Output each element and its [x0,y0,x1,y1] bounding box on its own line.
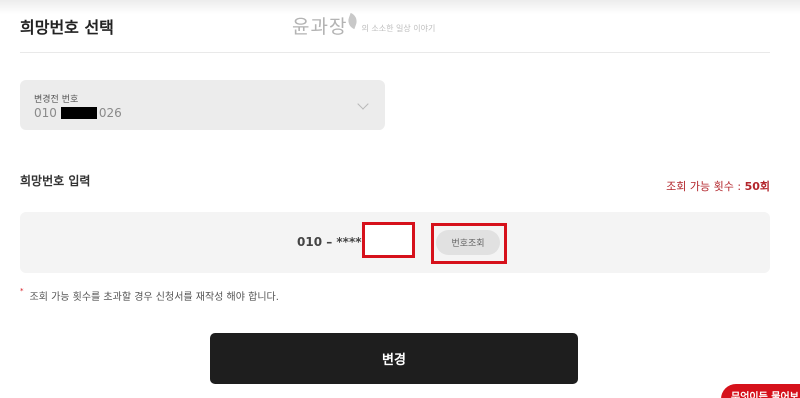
note-bullet: * [20,287,24,295]
desired-number-title: 희망번호 입력 [20,174,91,188]
change-button[interactable]: 변경 [210,333,578,384]
watermark-sub-text: 의 소소한 일상 이야기 [361,24,436,33]
current-number-value: 010 026 [34,106,122,120]
note-text: 조회 가능 횟수를 초과할 경우 신청서를 재작성 해야 합니다. [29,292,279,303]
lookup-count-text: 조회 가능 횟수 : 50회 [666,178,770,194]
header-divider [20,52,770,53]
watermark-main-text: 윤과장 [292,16,348,38]
lookup-count-value: 50회 [744,180,770,193]
current-number-label: 변경전 번호 [34,95,79,105]
leaf-icon [346,12,360,29]
lookup-note: * 조회 가능 횟수를 초과할 경우 신청서를 재작성 해야 합니다. [20,287,279,303]
current-number-prefix: 010 [34,106,57,120]
page-title: 희망번호 선택 [20,18,114,37]
blog-watermark: 윤과장 의 소소한 일상 이야기 [292,12,435,39]
current-number-suffix: 026 [98,106,122,120]
chat-help-button[interactable]: 무엇이든 물어보 [721,384,800,398]
current-number-select[interactable]: 변경전 번호 010 026 [20,80,385,130]
number-lookup-button[interactable]: 번호조회 [436,230,500,255]
desired-number-prefix: 010 – **** [297,235,362,249]
desired-number-input[interactable] [362,222,415,258]
redaction-mask [60,107,97,119]
chevron-down-icon [357,98,369,110]
lookup-count-label: 조회 가능 횟수 : [666,180,745,193]
